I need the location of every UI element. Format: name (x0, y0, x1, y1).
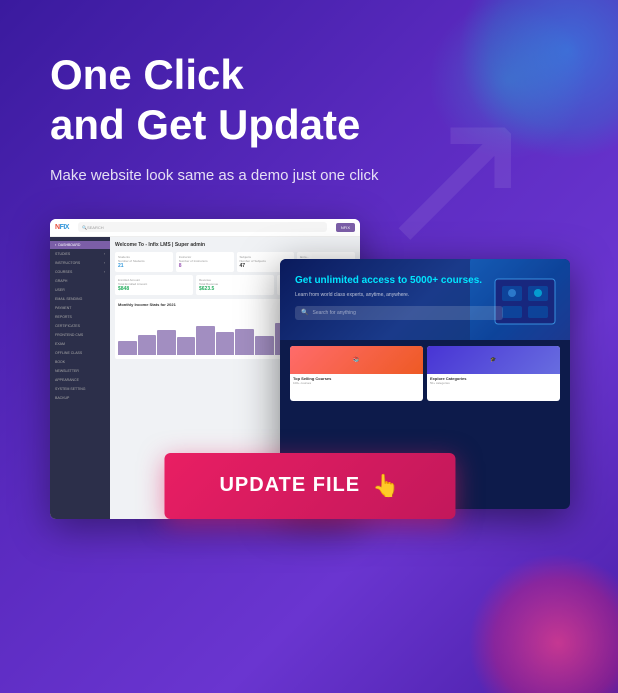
sidebar-item-frontend: FRONTEND CMS (50, 331, 110, 339)
chart-bar-6 (216, 332, 235, 355)
chart-bar-5 (196, 326, 215, 355)
admin-topbar: NFIX 🔍 SEARCH NFIX (50, 219, 360, 237)
stat-revenue: Revenue Total Revenue $623.5 (196, 275, 274, 295)
website-courses: 📚 Top Selling Courses 100+ courses 🎓 Exp… (280, 340, 570, 407)
sidebar-item-payment: PAYMENT (50, 304, 110, 312)
update-file-button-wrapper: UPDATE FILE 👆 (164, 453, 455, 519)
sidebar-item-exam: EXAM (50, 340, 110, 348)
sidebar-item-appearance: APPEARANCE (50, 376, 110, 384)
chart-bar-4 (177, 337, 196, 355)
admin-logo: NFIX (55, 224, 69, 231)
sidebar-item-graph: GRAPH (50, 277, 110, 285)
course-img-2: 🎓 (427, 346, 560, 374)
admin-search-bar: 🔍 SEARCH (78, 222, 327, 232)
chart-bar-3 (157, 330, 176, 355)
sidebar-item-studies: STUDIES› (50, 250, 110, 258)
stat-enrolled-amount: Enrolled Amount Total Enrolled Amount $8… (115, 275, 193, 295)
stat-card-instructor: Instructor Number of Instructors 8 (176, 252, 234, 272)
course-info-1: Top Selling Courses 100+ courses (290, 374, 423, 387)
chart-bar-2 (138, 335, 157, 355)
course-card-1: 📚 Top Selling Courses 100+ courses (290, 346, 423, 401)
sidebar-item-courses: COURSES› (50, 268, 110, 276)
sidebar-item-newsletter: NEWSLETTER (50, 367, 110, 375)
tech-illustration (470, 259, 570, 340)
chart-bar-8 (255, 336, 274, 355)
course-info-2: Explore Categories 50+ categories (427, 374, 560, 387)
admin-nav-button: NFIX (336, 223, 355, 232)
website-subtext: Learn from world class experts, anytime,… (295, 292, 555, 298)
update-file-label: UPDATE FILE (219, 474, 360, 497)
course-card-2: 🎓 Explore Categories 50+ categories (427, 346, 560, 401)
website-headline: Get unlimited access to 5000+ courses. (295, 274, 555, 287)
chart-bar-7 (235, 329, 254, 355)
sidebar-item-system: SYSTEM SETTING (50, 385, 110, 393)
chart-bar-1 (118, 341, 137, 355)
page-subheadline: Make website look same as a demo just on… (50, 167, 568, 184)
sidebar-item-dashboard: ▪ DASHBOARD (50, 241, 110, 249)
search-icon-website: 🔍 (301, 309, 308, 316)
website-hero: Get unlimited access to 5000+ courses. L… (280, 259, 570, 340)
sidebar-item-user: USER (50, 286, 110, 294)
welcome-text: Welcome To - Infix LMS | Super admin (115, 242, 355, 248)
website-search-bar: 🔍 Search for anything (295, 306, 503, 320)
sidebar-item-instructors: INSTRUCTORS› (50, 259, 110, 267)
stat-card-students: Students Number of Students 21 (115, 252, 173, 272)
page-background: ↗ One Click and Get Update Make website … (0, 0, 618, 693)
dashboard-icon: ▪ (55, 243, 56, 247)
mockup-container: NFIX 🔍 SEARCH NFIX ▪ DASHBOARD (50, 219, 570, 549)
sidebar-item-offline: OFFLINE CLASS (50, 349, 110, 357)
sidebar-item-backup: BACKUP (50, 394, 110, 402)
course-img-1: 📚 (290, 346, 423, 374)
hand-pointer-icon: 👆 (372, 473, 400, 499)
sidebar-item-email: EMAIL SENDING (50, 295, 110, 303)
update-file-button[interactable]: UPDATE FILE 👆 (164, 453, 455, 519)
sidebar-item-book: BOOK (50, 358, 110, 366)
sidebar-item-certificates: CERTIFICATES (50, 322, 110, 330)
sidebar-item-reports: REPORTS (50, 313, 110, 321)
page-headline: One Click and Get Update (50, 50, 568, 151)
admin-sidebar: ▪ DASHBOARD STUDIES› INSTRUCTORS› COURSE… (50, 237, 110, 519)
